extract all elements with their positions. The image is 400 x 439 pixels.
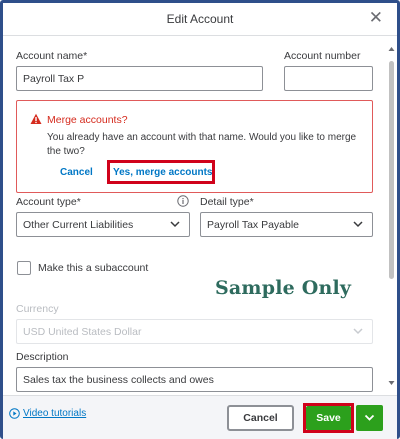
alert-title: Merge accounts? bbox=[47, 114, 128, 126]
save-options-button[interactable] bbox=[356, 405, 383, 431]
merge-accounts-alert: Merge accounts? You already have an acco… bbox=[16, 100, 373, 193]
video-tutorials-link[interactable]: Video tutorials bbox=[23, 408, 86, 419]
subaccount-label: Make this a subaccount bbox=[38, 262, 149, 274]
chevron-down-icon bbox=[364, 414, 375, 421]
chevron-down-icon bbox=[170, 221, 180, 228]
alert-cancel-link[interactable]: Cancel bbox=[60, 167, 93, 178]
merge-accounts-link[interactable]: Yes, merge accounts bbox=[113, 167, 213, 178]
dialog-header: Edit Account ✕ bbox=[3, 3, 397, 36]
account-type-label: Account type* bbox=[16, 196, 81, 208]
chevron-down-icon bbox=[353, 328, 363, 335]
description-input[interactable] bbox=[16, 367, 373, 392]
detail-type-select[interactable]: Payroll Tax Payable bbox=[200, 212, 373, 237]
account-name-label: Account name* bbox=[16, 50, 88, 62]
account-number-input[interactable] bbox=[284, 66, 373, 91]
cancel-button[interactable]: Cancel bbox=[227, 405, 294, 431]
currency-value: USD United States Dollar bbox=[23, 326, 142, 338]
currency-select: USD United States Dollar bbox=[16, 319, 373, 344]
description-label: Description bbox=[16, 351, 69, 363]
scrollbar-thumb[interactable] bbox=[389, 61, 394, 279]
detail-type-label: Detail type* bbox=[200, 196, 254, 208]
info-icon[interactable] bbox=[177, 195, 189, 207]
subaccount-checkbox[interactable] bbox=[17, 261, 31, 275]
warning-icon bbox=[30, 113, 42, 124]
account-number-label: Account number bbox=[284, 50, 361, 62]
edit-account-dialog: Edit Account ✕ Account name* Account num… bbox=[0, 0, 400, 439]
chevron-down-icon bbox=[353, 221, 363, 228]
sample-watermark: Sample Only bbox=[215, 277, 352, 299]
alert-message: You already have an account with that na… bbox=[47, 132, 357, 157]
detail-type-value: Payroll Tax Payable bbox=[207, 219, 300, 231]
scroll-down-icon[interactable] bbox=[388, 380, 395, 386]
scroll-up-icon[interactable] bbox=[388, 46, 395, 52]
close-icon[interactable]: ✕ bbox=[369, 8, 383, 28]
play-circle-icon[interactable] bbox=[9, 408, 20, 419]
account-type-value: Other Current Liabilities bbox=[23, 219, 134, 231]
save-button[interactable]: Save bbox=[306, 406, 351, 430]
account-name-input[interactable] bbox=[16, 66, 263, 91]
currency-label: Currency bbox=[16, 303, 59, 315]
scrollbar[interactable] bbox=[388, 43, 395, 388]
account-type-select[interactable]: Other Current Liabilities bbox=[16, 212, 190, 237]
dialog-footer: Video tutorials Cancel Save bbox=[3, 395, 397, 439]
dialog-title: Edit Account bbox=[166, 12, 234, 26]
